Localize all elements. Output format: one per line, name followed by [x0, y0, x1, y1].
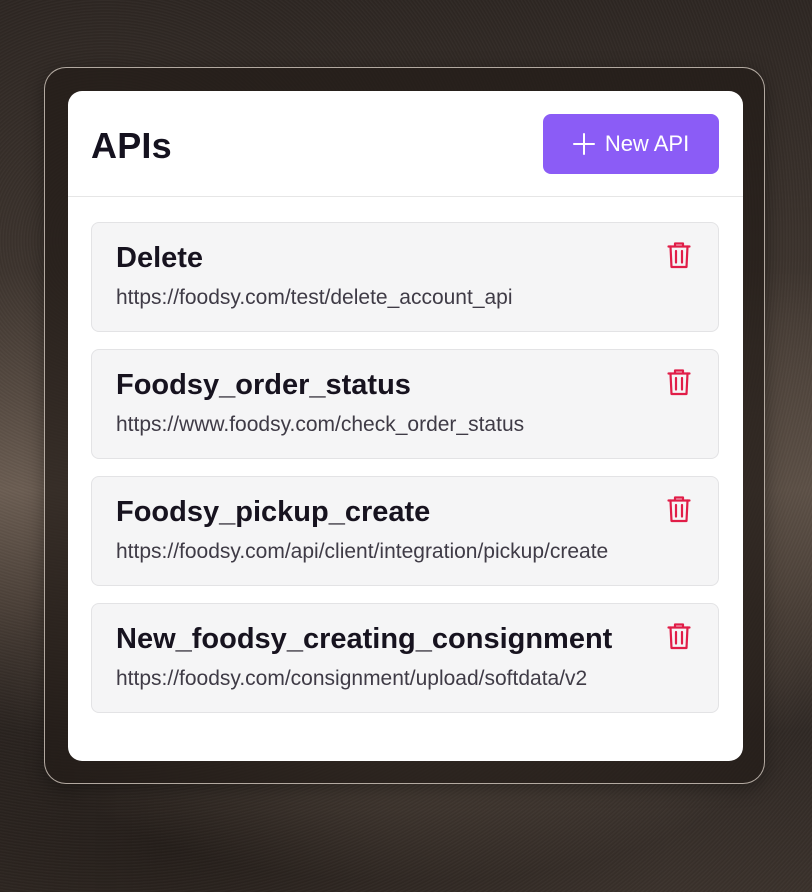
trash-icon [667, 242, 691, 269]
delete-api-button[interactable] [664, 493, 694, 525]
panel-header: APIs New API [68, 91, 743, 197]
delete-api-button[interactable] [664, 620, 694, 652]
new-api-button-label: New API [604, 131, 690, 156]
trash-icon [667, 496, 691, 523]
delete-api-button[interactable] [664, 366, 694, 398]
api-url: https://www.foodsy.com/check_order_statu… [116, 413, 525, 436]
api-name: New_foodsy_creating_consignment [116, 623, 613, 655]
api-name: Foodsy_order_status [116, 369, 411, 401]
api-url: https://foodsy.com/test/delete_account_a… [116, 286, 513, 309]
api-url: https://foodsy.com/api/client/integratio… [116, 540, 609, 563]
api-item[interactable]: New_foodsy_creating_consignment https://… [91, 603, 719, 713]
api-url: https://foodsy.com/consignment/upload/so… [116, 667, 588, 690]
api-item[interactable]: Foodsy_order_status https://www.foodsy.c… [91, 349, 719, 459]
plus-icon [572, 133, 595, 155]
new-api-button[interactable]: New API [543, 114, 719, 174]
delete-api-button[interactable] [664, 239, 694, 271]
apis-panel: APIs New API Delete https://foodsy.com/t… [68, 91, 743, 761]
api-name: Delete [116, 242, 204, 274]
trash-icon [667, 369, 691, 396]
api-item[interactable]: Delete https://foodsy.com/test/delete_ac… [91, 222, 719, 332]
page-title: APIs [91, 125, 172, 166]
api-name: Foodsy_pickup_create [116, 496, 431, 528]
api-list: Delete https://foodsy.com/test/delete_ac… [91, 222, 719, 730]
trash-icon [667, 623, 691, 650]
api-item[interactable]: Foodsy_pickup_create https://foodsy.com/… [91, 476, 719, 586]
